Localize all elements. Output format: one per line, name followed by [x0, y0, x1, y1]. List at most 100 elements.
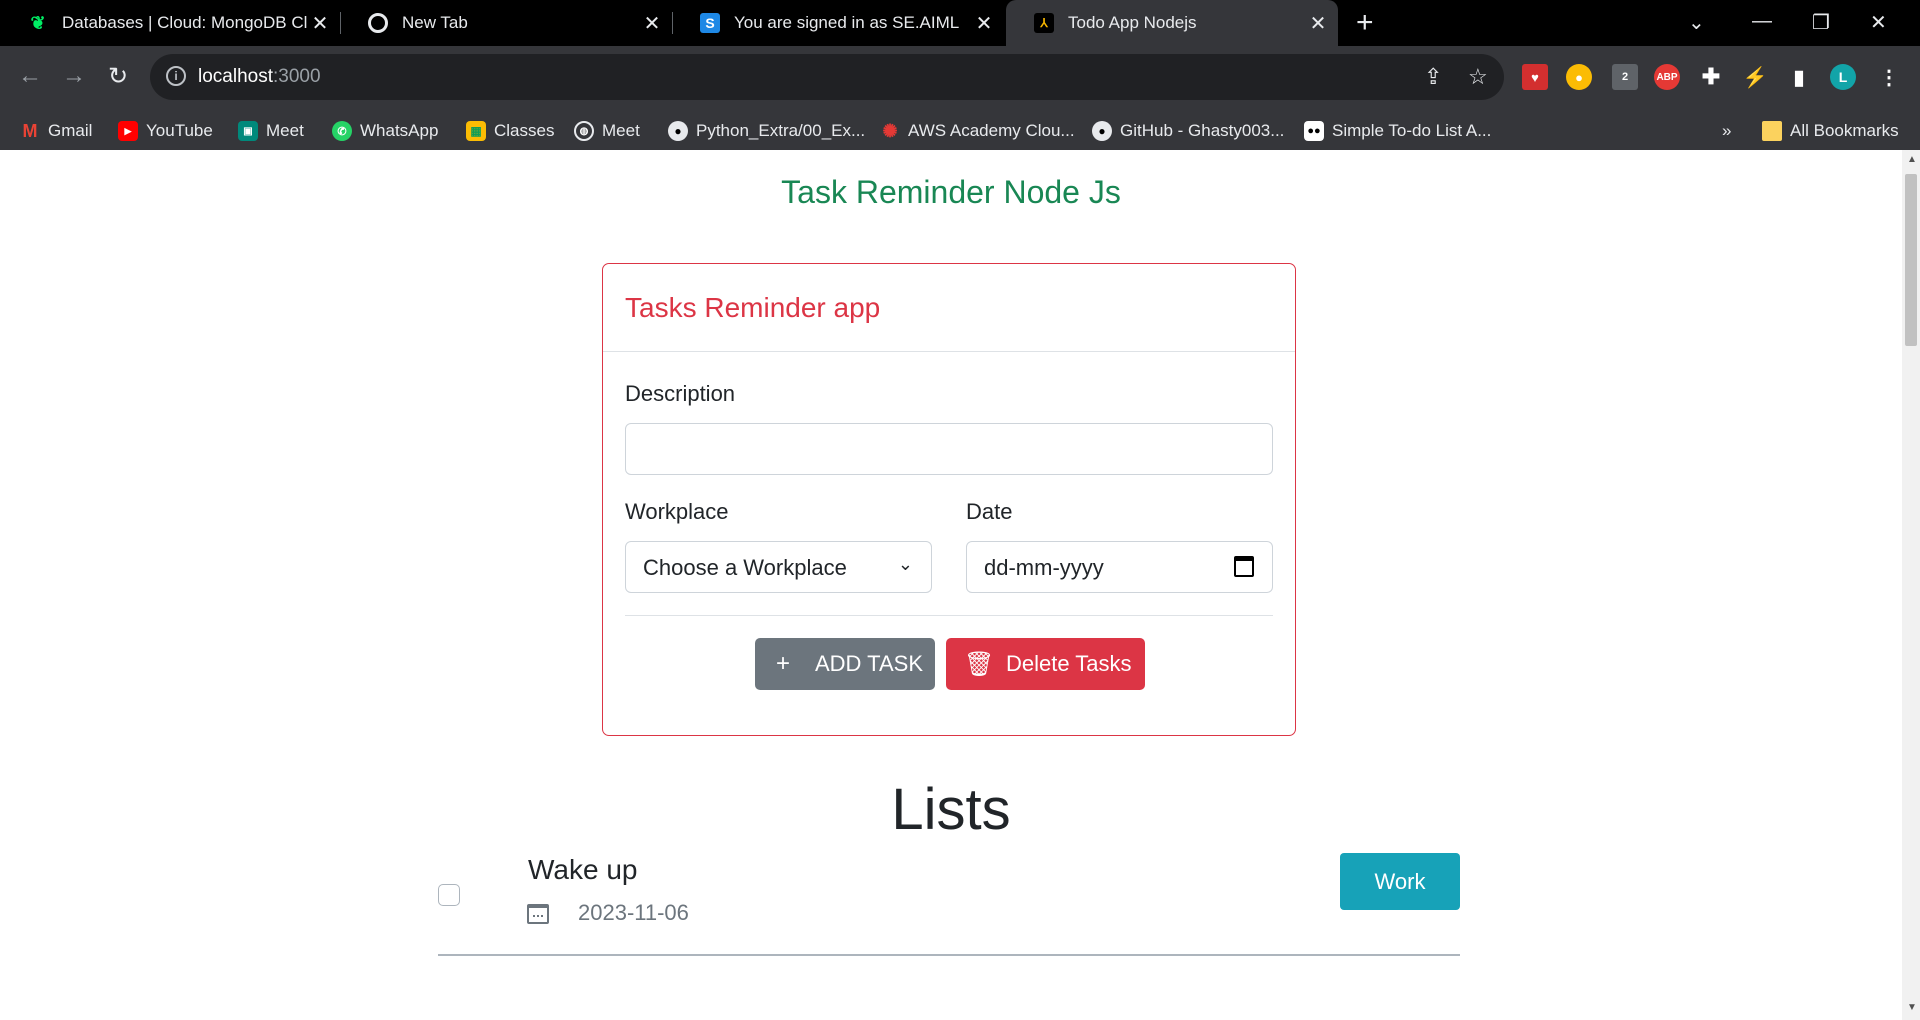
all-bookmarks-button[interactable]: All Bookmarks	[1762, 119, 1899, 143]
all-bookmarks-label: All Bookmarks	[1790, 121, 1899, 140]
tab-search-icon[interactable]: ⌄	[1688, 10, 1705, 35]
bookmark-aws-academy[interactable]: ✺ AWS Academy Clou...	[880, 119, 1075, 143]
scroll-up-icon[interactable]: ▲	[1907, 154, 1917, 165]
medium-icon: ●●	[1304, 121, 1324, 141]
bookmarks-overflow-button[interactable]: »	[1722, 119, 1731, 143]
tab-mongodb[interactable]: ❦ Databases | Cloud: MongoDB Cl ✕	[0, 0, 340, 46]
bookmark-github-ghasty[interactable]: ● GitHub - Ghasty003...	[1092, 119, 1284, 143]
bookmark-gmail[interactable]: M Gmail	[20, 119, 93, 143]
task-name: Wake up	[528, 854, 638, 885]
add-task-button[interactable]: + ADD TASK	[755, 638, 935, 690]
scrollbar-thumb[interactable]	[1905, 174, 1917, 346]
adblock-icon[interactable]: ABP	[1654, 64, 1680, 90]
delete-tasks-button[interactable]: 🗑 Delete Tasks	[946, 638, 1145, 690]
url-host: localhost	[198, 66, 273, 87]
minimize-icon[interactable]: —	[1752, 10, 1772, 33]
abp-label: ABP	[1656, 71, 1678, 83]
close-tab-icon[interactable]: ✕	[1308, 11, 1328, 36]
trash-icon: 🗑	[964, 650, 995, 678]
task-checkbox[interactable]	[438, 884, 460, 906]
gmail-icon: M	[22, 120, 38, 141]
bookmarks-bar: M Gmail ▶ YouTube ▣ Meet ✆ WhatsApp ▦ Classes…	[0, 108, 1920, 150]
bookmark-label: YouTube	[146, 121, 213, 140]
new-tab-button[interactable]: +	[1356, 8, 1374, 38]
color-extension-icon[interactable]: ●	[1566, 64, 1592, 90]
tab-title: You are signed in as SE.AIML	[734, 13, 960, 32]
todo-app-icon: ⅄	[1034, 13, 1054, 33]
forward-icon[interactable]: →	[58, 60, 90, 92]
bookmark-whatsapp[interactable]: ✆ WhatsApp	[332, 119, 438, 143]
close-window-icon[interactable]: ✕	[1870, 10, 1887, 35]
restore-icon[interactable]: ❐	[1812, 10, 1830, 35]
page-title: Task Reminder Node Js	[781, 174, 1121, 210]
close-tab-icon[interactable]: ✕	[642, 11, 662, 36]
add-task-label: ADD TASK	[815, 651, 923, 676]
chevron-down-icon: ⌄	[897, 554, 913, 574]
pocket-icon[interactable]: ♥	[1522, 64, 1548, 90]
tab-new-tab[interactable]: New Tab ✕	[340, 0, 672, 46]
calendar-icon[interactable]	[1234, 556, 1254, 577]
mongodb-leaf-icon: ❦	[30, 12, 46, 33]
tab-todo-app[interactable]: ⅄ Todo App Nodejs ✕	[1006, 0, 1338, 46]
date-input[interactable]: dd-mm-yyyy	[966, 541, 1273, 593]
bookmark-label: WhatsApp	[360, 121, 439, 140]
performance-icon[interactable]: ⚡	[1742, 64, 1768, 90]
description-input[interactable]	[625, 423, 1273, 475]
bookmark-classes[interactable]: ▦ Classes	[466, 119, 554, 143]
extensions-puzzle-icon[interactable]: ✚	[1698, 64, 1724, 90]
bookmark-youtube[interactable]: ▶ YouTube	[118, 119, 213, 143]
page-scrollbar[interactable]: ▲ ▼	[1902, 150, 1920, 1020]
github-icon: ●	[668, 121, 688, 141]
extension-badge-icon[interactable]: 2	[1612, 64, 1638, 90]
reload-icon[interactable]: ↻	[102, 60, 134, 92]
address-url[interactable]: localhost:3000	[198, 66, 321, 88]
workplace-label: Workplace	[625, 499, 729, 524]
tab-signed-in[interactable]: S You are signed in as SE.AIML ✕	[672, 0, 1004, 46]
profile-avatar[interactable]: L	[1830, 64, 1856, 90]
task-form-card: Tasks Reminder app Description Workplace…	[602, 263, 1296, 736]
page-content: Task Reminder Node Js Tasks Reminder app…	[0, 150, 1902, 1020]
profile-initial: L	[1838, 69, 1848, 85]
back-icon[interactable]: ←	[14, 60, 46, 92]
overflow-chevron-icon: »	[1722, 121, 1732, 140]
side-panel-icon[interactable]: ▮	[1786, 64, 1812, 90]
s-logo-icon: S	[700, 13, 720, 33]
bookmark-label: Meet	[602, 121, 640, 140]
bookmark-label: Simple To-do List A...	[1332, 121, 1492, 140]
bookmark-label: AWS Academy Clou...	[908, 121, 1075, 140]
workplace-select[interactable]: Choose a Workplace ⌄	[625, 541, 932, 593]
bookmark-meet-2[interactable]: ◍ Meet	[574, 119, 640, 143]
bookmark-label: Gmail	[48, 121, 93, 140]
bookmark-star-icon[interactable]: ☆	[1468, 64, 1488, 90]
form-divider	[625, 615, 1273, 616]
plus-icon: +	[775, 650, 790, 677]
scroll-down-icon[interactable]: ▼	[1907, 1002, 1917, 1013]
bookmark-label: GitHub - Ghasty003...	[1120, 121, 1285, 140]
workplace-selected: Choose a Workplace	[643, 555, 847, 580]
date-label: Date	[966, 499, 1013, 524]
url-port: :3000	[273, 66, 321, 87]
description-label: Description	[625, 381, 736, 406]
close-tab-icon[interactable]: ✕	[310, 11, 330, 36]
delete-tasks-label: Delete Tasks	[1006, 651, 1132, 676]
chrome-icon	[368, 13, 388, 33]
workplace-badge[interactable]: Work	[1340, 853, 1460, 910]
bookmark-label: Classes	[494, 121, 555, 140]
close-tab-icon[interactable]: ✕	[974, 11, 994, 36]
bookmark-python-extra[interactable]: ● Python_Extra/00_Ex...	[668, 119, 865, 143]
bookmark-meet[interactable]: ▣ Meet	[238, 119, 304, 143]
globe-icon: ◍	[574, 121, 594, 141]
lists-heading: Lists	[891, 777, 1011, 842]
share-icon[interactable]: ⇪	[1424, 64, 1442, 90]
classroom-icon: ▦	[466, 121, 486, 141]
meet-icon: ▣	[238, 121, 258, 141]
bookmark-simple-todo[interactable]: ●● Simple To-do List A...	[1304, 119, 1491, 143]
aws-academy-icon: ✺	[882, 120, 898, 141]
tab-title: Todo App Nodejs	[1068, 13, 1197, 32]
folder-icon	[1762, 121, 1782, 141]
site-info-icon[interactable]: i	[166, 66, 186, 86]
task-date: 2023-11-06	[578, 900, 689, 925]
menu-kebab-icon[interactable]: ⋮	[1876, 64, 1902, 90]
card-title: Tasks Reminder app	[603, 264, 1295, 352]
address-bar[interactable]: i localhost:3000 ⇪ ☆	[150, 54, 1504, 100]
